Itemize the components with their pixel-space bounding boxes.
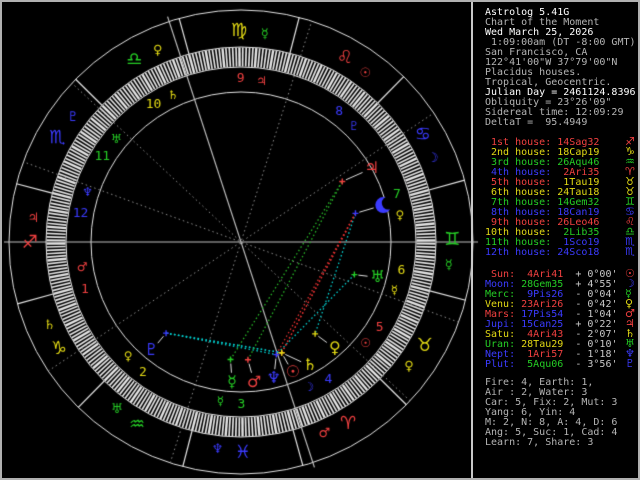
summary-line: Learn: 7, Share: 3 xyxy=(485,437,594,448)
planet-label: Plut: xyxy=(485,359,516,370)
house-row: 12th house: 24Sco18 ♏ xyxy=(485,246,635,258)
planet-icon: ♇ xyxy=(625,357,635,370)
house-label: 12th house: xyxy=(485,247,552,258)
sign-icon: ♏ xyxy=(625,245,635,258)
astrolog-window: Astrolog 5.41G Chart of the Moment Wed Mar… xyxy=(0,0,640,480)
panel-separator xyxy=(471,2,473,478)
planet-row: Plut: 5Aqu06 - 3°56' ♇ xyxy=(485,358,635,370)
header-line: DeltaT = 95.4949 xyxy=(485,117,588,128)
planet-speed-value: - 3°56' xyxy=(575,359,618,370)
planet-position-value: 5Aqu06 xyxy=(521,359,564,370)
house-cusp-value: 24Sco18 xyxy=(557,247,600,258)
